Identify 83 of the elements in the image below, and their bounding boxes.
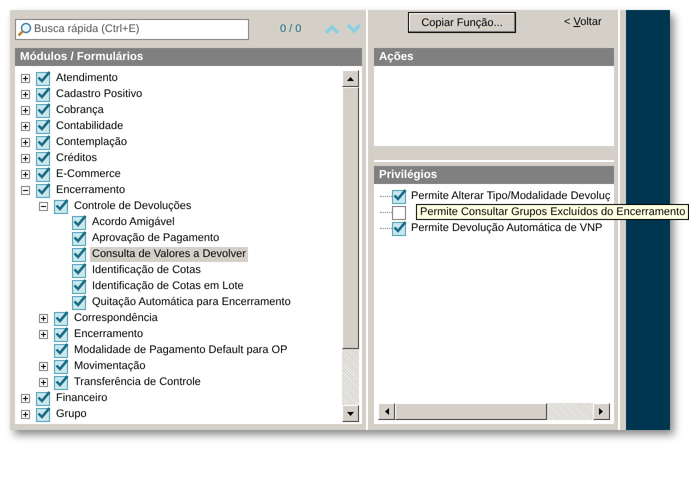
scroll-left-button[interactable]: [378, 403, 395, 420]
checkbox[interactable]: [54, 342, 69, 358]
scroll-thumb[interactable]: [395, 403, 547, 420]
result-counter: 0 / 0: [280, 23, 302, 35]
checkbox[interactable]: [72, 294, 87, 310]
checkbox[interactable]: [36, 86, 51, 102]
expand-icon[interactable]: [39, 362, 48, 370]
tree-item[interactable]: Contabilidade: [54, 118, 126, 134]
expand-icon[interactable]: [21, 138, 30, 146]
tree-item[interactable]: Consulta de Valores a Devolver: [90, 246, 248, 262]
tree-item[interactable]: Controle de Devoluções: [72, 198, 194, 214]
tree-item[interactable]: Correspondência: [72, 310, 160, 326]
checkbox[interactable]: [36, 70, 51, 86]
panel-header: Ações: [374, 48, 614, 66]
tree-item[interactable]: Aprovação de Pagamento: [90, 230, 222, 246]
expand-icon[interactable]: [21, 106, 30, 114]
collapse-icon[interactable]: [39, 202, 48, 210]
checkbox[interactable]: [36, 390, 51, 406]
checkbox[interactable]: [72, 230, 87, 246]
checkbox[interactable]: [54, 310, 69, 326]
checkbox[interactable]: [54, 374, 69, 390]
privilege-item[interactable]: Permite Alterar Tipo/Modalidade Devoluç: [410, 190, 610, 202]
expand-icon[interactable]: [39, 330, 48, 338]
up-arrow-icon: [347, 76, 354, 80]
left-arrow-icon: [384, 408, 388, 415]
tree-item[interactable]: Atendimento: [54, 70, 120, 86]
tooltip: Permite Consultar Grupos Excluídos do Encerramento: [416, 204, 689, 220]
tree-item[interactable]: Cobrança: [54, 102, 106, 118]
scroll-right-button[interactable]: [592, 403, 610, 420]
checkbox[interactable]: [36, 150, 51, 166]
checkbox[interactable]: [54, 326, 69, 342]
checkbox[interactable]: [36, 182, 51, 198]
search-field[interactable]: Busca rápida (Ctrl+E): [15, 18, 249, 40]
tree-item[interactable]: Identificação de Cotas em Lote: [90, 278, 246, 294]
expand-icon[interactable]: [21, 410, 30, 418]
down-arrow-icon: [347, 412, 354, 416]
tree-item[interactable]: Transferência de Controle: [72, 374, 203, 390]
tree-item[interactable]: Encerramento: [72, 326, 146, 342]
expand-icon[interactable]: [21, 394, 30, 402]
tree-item[interactable]: Movimentação: [72, 358, 148, 374]
checkbox[interactable]: [392, 188, 407, 204]
expand-icon[interactable]: [39, 314, 48, 322]
checkbox[interactable]: [392, 220, 407, 236]
expand-icon[interactable]: [39, 378, 48, 386]
scroll-down-button[interactable]: [342, 405, 359, 422]
checkbox[interactable]: [54, 198, 69, 214]
scroll-thumb[interactable]: [342, 87, 359, 349]
expand-icon[interactable]: [21, 122, 30, 130]
panel-header: Módulos / Formulários: [15, 48, 362, 66]
back-link[interactable]: < Voltar: [564, 16, 602, 28]
tree-item[interactable]: Acordo Amigável: [90, 214, 177, 230]
checkbox[interactable]: [72, 262, 87, 278]
expand-icon[interactable]: [21, 90, 30, 98]
expand-icon[interactable]: [21, 74, 30, 82]
expand-icon[interactable]: [21, 154, 30, 162]
tree-item[interactable]: Créditos: [54, 150, 99, 166]
tree-item[interactable]: Quitação Automática para Encerramento: [90, 294, 293, 310]
checkbox[interactable]: [36, 118, 51, 134]
tree-item[interactable]: Grupo: [54, 406, 89, 422]
privilege-item[interactable]: Permite Devolução Automática de VNP: [410, 222, 602, 234]
collapse-icon[interactable]: [21, 186, 30, 194]
search-icon: [17, 22, 32, 36]
checkbox[interactable]: [36, 134, 51, 150]
copy-function-button[interactable]: Copiar Função...: [408, 12, 516, 33]
tree-item[interactable]: Contemplação: [54, 134, 129, 150]
checkbox[interactable]: [36, 406, 51, 422]
tree-item[interactable]: Financeiro: [54, 390, 110, 406]
scroll-up-button[interactable]: [342, 70, 359, 87]
expand-icon[interactable]: [21, 170, 30, 178]
tree-item[interactable]: Modalidade de Pagamento Default para OP: [72, 342, 290, 358]
panel-header: Privilégios: [374, 166, 614, 184]
checkbox[interactable]: [392, 204, 407, 220]
checkbox[interactable]: [72, 214, 87, 230]
checkbox[interactable]: [72, 278, 87, 294]
checkbox[interactable]: [36, 166, 51, 182]
checkbox[interactable]: [72, 246, 87, 262]
right-arrow-icon: [599, 408, 604, 415]
tree-item[interactable]: Cadastro Positivo: [54, 86, 144, 102]
checkbox[interactable]: [54, 358, 69, 374]
tree-item[interactable]: Identificação de Cotas: [90, 262, 203, 278]
tree-item[interactable]: Encerramento: [54, 182, 128, 198]
checkbox[interactable]: [36, 102, 51, 118]
tree-item[interactable]: E-Commerce: [54, 166, 123, 182]
